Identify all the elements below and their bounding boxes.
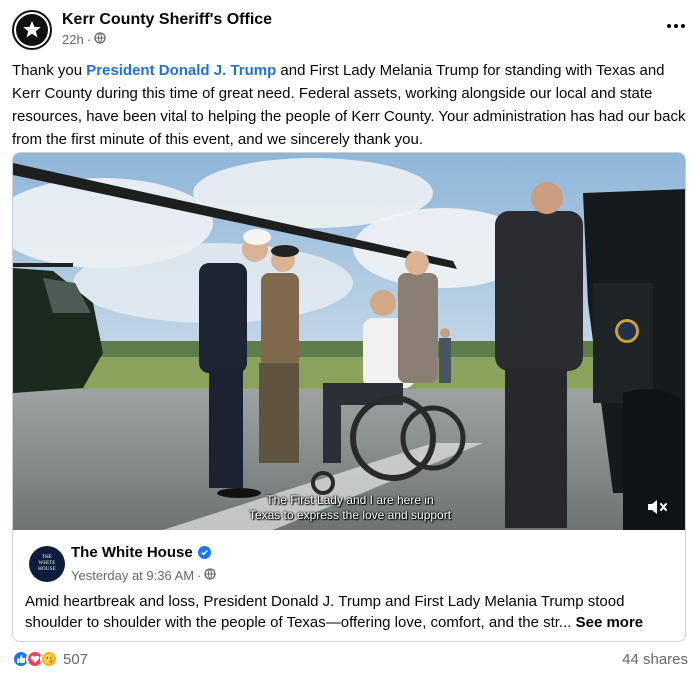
more-dot	[674, 24, 678, 28]
globe-icon	[94, 32, 106, 47]
page-name-link[interactable]: Kerr County Sheriff's Office	[62, 11, 272, 29]
page-avatar[interactable]	[12, 10, 52, 50]
post-header: Kerr County Sheriff's Office 22h ·	[12, 10, 688, 52]
post-meta: 22h ·	[62, 32, 106, 47]
post-footer: 507 44 shares	[12, 650, 688, 672]
shared-post-card[interactable]: The First Lady and I are here in Texas t…	[12, 152, 686, 642]
more-options-button[interactable]	[664, 16, 688, 36]
white-house-avatar-line-3: HOUSE	[38, 567, 56, 572]
reaction-count[interactable]: 507	[63, 651, 88, 668]
mention-link[interactable]: President Donald J. Trump	[86, 62, 276, 79]
speaker-muted-icon[interactable]	[643, 493, 671, 521]
meta-separator: ·	[197, 568, 202, 583]
see-more-link[interactable]: See more	[576, 614, 644, 631]
post-text-intro: Thank you	[12, 62, 87, 79]
shared-page-name-link[interactable]: The White House	[71, 544, 193, 561]
shared-post-meta: Yesterday at 9:36 AM ·	[71, 568, 217, 583]
meta-separator: ·	[86, 32, 92, 47]
sheriff-star-icon	[16, 14, 48, 46]
video-frame	[13, 153, 685, 530]
video-player[interactable]: The First Lady and I are here in Texas t…	[13, 153, 685, 530]
post-timestamp[interactable]: 22h	[62, 32, 84, 47]
white-house-avatar[interactable]: THE WHITE HOUSE	[29, 546, 65, 582]
shared-post-text-body: Amid heartbreak and loss, President Dona…	[25, 593, 625, 631]
shares-count[interactable]: 44 shares	[622, 651, 688, 668]
more-dot	[681, 24, 685, 28]
post-text: Thank you President Donald J. Trump and …	[12, 59, 688, 151]
verified-badge-icon	[197, 546, 211, 559]
shared-post-body: THE WHITE HOUSE The White House Yesterda…	[13, 530, 685, 641]
video-caption-line-2: Texas to express the love and support	[248, 508, 452, 522]
more-dot	[667, 24, 671, 28]
care-icon	[40, 650, 58, 668]
video-caption-line-1: The First Lady and I are here in	[266, 493, 434, 507]
post: Kerr County Sheriff's Office 22h · Thank…	[0, 0, 700, 677]
shared-post-timestamp[interactable]: Yesterday at 9:36 AM	[71, 568, 194, 583]
shared-page-name: The White House	[71, 544, 211, 561]
reactions-summary[interactable]: 507	[12, 650, 88, 668]
shared-post-text: Amid heartbreak and loss, President Dona…	[25, 591, 675, 633]
globe-icon	[204, 568, 217, 583]
